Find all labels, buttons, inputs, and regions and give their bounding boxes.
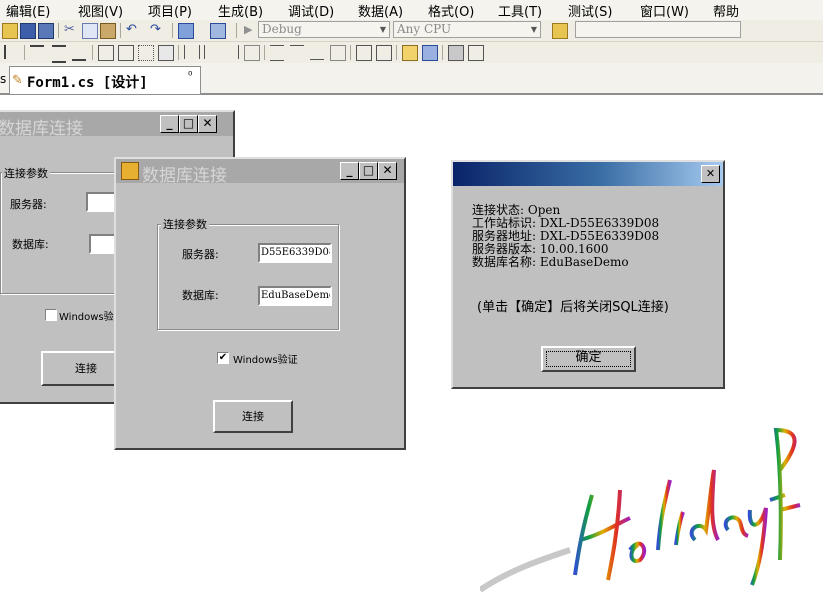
pin-icon[interactable]: ⁰ xyxy=(188,69,192,82)
tab-form1-design[interactable]: ✎ Form1.cs [设计] ⁰ xyxy=(9,66,201,94)
front-server-label: 服务器: xyxy=(182,248,219,261)
bring-to-front-icon[interactable] xyxy=(402,45,418,61)
front-connect-button[interactable]: 连接 xyxy=(213,400,293,433)
menu-tools[interactable]: 工具(T) xyxy=(498,1,542,20)
menu-project[interactable]: 项目(P) xyxy=(148,1,192,20)
form-designer-icon: ✎ xyxy=(12,73,23,88)
make-same-width-icon[interactable] xyxy=(98,45,114,61)
align-middles-icon[interactable] xyxy=(52,45,66,63)
holiday-signature-watermark xyxy=(478,400,810,600)
front-dialog-title: 数据库连接 xyxy=(142,166,227,186)
decrease-vertical-spacing-icon[interactable] xyxy=(310,45,324,60)
chevron-down-icon: ▼ xyxy=(379,25,386,34)
layout-toolbar xyxy=(0,42,823,64)
navigate-backward-icon[interactable] xyxy=(178,23,194,39)
app-icon xyxy=(121,162,139,180)
align-lefts-icon[interactable] xyxy=(4,45,20,59)
front-group-label: 连接参数 xyxy=(161,216,209,232)
menu-bar: 编辑(E) 视图(V) 项目(P) 生成(B) 调试(D) 数据(A) 格式(O… xyxy=(0,0,823,20)
increase-horizontal-spacing-icon[interactable] xyxy=(204,45,219,59)
center-horizontally-icon[interactable] xyxy=(356,45,372,61)
remove-vertical-spacing-icon[interactable] xyxy=(330,45,346,61)
close-icon[interactable]: ✕ xyxy=(198,115,217,133)
remove-horizontal-spacing-icon[interactable] xyxy=(244,45,260,61)
standard-toolbar: ✂ ↶ ↷ ▶ Debug ▼ Any CPU ▼ xyxy=(0,20,823,42)
back-group-label: 连接参数 xyxy=(2,165,50,181)
increase-vertical-spacing-icon[interactable] xyxy=(290,45,304,60)
menu-edit[interactable]: 编辑(E) xyxy=(6,1,50,20)
front-db-input[interactable]: EduBaseDemo xyxy=(258,286,332,306)
navigate-forward-icon[interactable] xyxy=(210,23,226,39)
connection-details: 连接状态: Open 工作站标识: DXL-D55E6339D08 服务器地址:… xyxy=(472,204,659,269)
size-to-grid-icon[interactable] xyxy=(138,45,154,61)
menu-view[interactable]: 视图(V) xyxy=(78,1,123,20)
make-same-height-icon[interactable] xyxy=(118,45,134,61)
front-group-box xyxy=(157,224,339,330)
align-tops-icon[interactable] xyxy=(30,45,44,61)
menu-debug[interactable]: 调试(D) xyxy=(288,1,334,20)
solution-platform-dropdown[interactable]: Any CPU ▼ xyxy=(393,21,541,38)
vertical-spacing-equal-icon[interactable] xyxy=(270,45,284,61)
paste-icon[interactable] xyxy=(100,23,116,39)
signature-graphic xyxy=(478,427,801,593)
menu-test[interactable]: 测试(S) xyxy=(568,1,612,20)
maximize-icon[interactable]: □ xyxy=(359,162,378,180)
center-vertically-icon[interactable] xyxy=(376,45,392,61)
close-icon[interactable]: ✕ xyxy=(378,162,397,180)
save-icon[interactable] xyxy=(20,23,36,39)
back-db-label: 数据库: xyxy=(12,238,49,251)
database-name-line: 数据库名称: EduBaseDemo xyxy=(472,255,629,269)
tab-label: Form1.cs [设计] xyxy=(27,75,148,91)
redo-icon[interactable]: ↷ xyxy=(150,23,164,37)
decrease-horizontal-spacing-icon[interactable] xyxy=(224,45,239,59)
menu-help[interactable]: 帮助 xyxy=(713,1,739,20)
messagebox-note: (单击【确定】后将关闭SQL连接) xyxy=(477,300,669,315)
solution-configuration-dropdown[interactable]: Debug ▼ xyxy=(258,21,390,38)
back-windows-auth-checkbox[interactable] xyxy=(45,309,57,321)
toolbar-options-icon[interactable] xyxy=(468,45,484,61)
find-in-files-icon[interactable] xyxy=(552,23,568,39)
back-server-label: 服务器: xyxy=(10,198,47,211)
align-bottoms-icon[interactable] xyxy=(72,45,86,61)
minimize-icon[interactable]: _ xyxy=(160,115,179,133)
copy-icon[interactable] xyxy=(82,23,98,39)
send-to-back-icon[interactable] xyxy=(422,45,438,61)
chevron-down-icon: ▼ xyxy=(530,25,537,34)
open-icon[interactable] xyxy=(2,23,18,39)
maximize-icon[interactable]: □ xyxy=(179,115,198,133)
menu-data[interactable]: 数据(A) xyxy=(358,1,403,20)
front-server-input[interactable]: D55E6339D08 xyxy=(258,243,332,263)
close-icon[interactable]: ✕ xyxy=(701,165,720,183)
back-dialog-title: 数据库连接 xyxy=(0,119,83,139)
menu-window[interactable]: 窗口(W) xyxy=(640,1,689,20)
ok-button[interactable]: 确定 xyxy=(541,346,636,372)
horizontal-spacing-equal-icon[interactable] xyxy=(184,45,200,59)
save-all-icon[interactable] xyxy=(38,23,54,39)
back-windows-auth-label: Windows验 xyxy=(59,312,114,323)
undo-icon[interactable]: ↶ xyxy=(126,23,140,37)
find-input[interactable] xyxy=(575,21,741,38)
minimize-icon[interactable]: _ xyxy=(340,162,359,180)
cut-icon[interactable]: ✂ xyxy=(64,23,78,37)
front-windows-auth-label: Windows验证 xyxy=(233,355,298,366)
tab-order-icon[interactable] xyxy=(448,45,464,61)
front-dialog-titlebar: 数据库连接 _ □ ✕ xyxy=(116,159,404,186)
start-debugging-icon[interactable]: ▶ xyxy=(244,23,258,37)
messagebox-titlebar: ✕ xyxy=(453,162,723,186)
make-same-size-icon[interactable] xyxy=(158,45,174,61)
document-tab-strip: s ✎ Form1.cs [设计] ⁰ xyxy=(0,63,823,95)
front-db-label: 数据库: xyxy=(182,289,219,302)
menu-build[interactable]: 生成(B) xyxy=(218,1,263,20)
back-dialog-titlebar: 数据库连接 _ □ ✕ xyxy=(0,112,233,139)
front-windows-auth-checkbox[interactable]: ✔ xyxy=(217,352,229,364)
front-dialog: 数据库连接 _ □ ✕ 连接参数 服务器: D55E6339D08 数据库: E… xyxy=(114,157,406,450)
menu-format[interactable]: 格式(O) xyxy=(428,1,474,20)
connection-info-messagebox: ✕ 连接状态: Open 工作站标识: DXL-D55E6339D08 服务器地… xyxy=(451,160,725,389)
tab-prefix: s xyxy=(0,72,7,86)
